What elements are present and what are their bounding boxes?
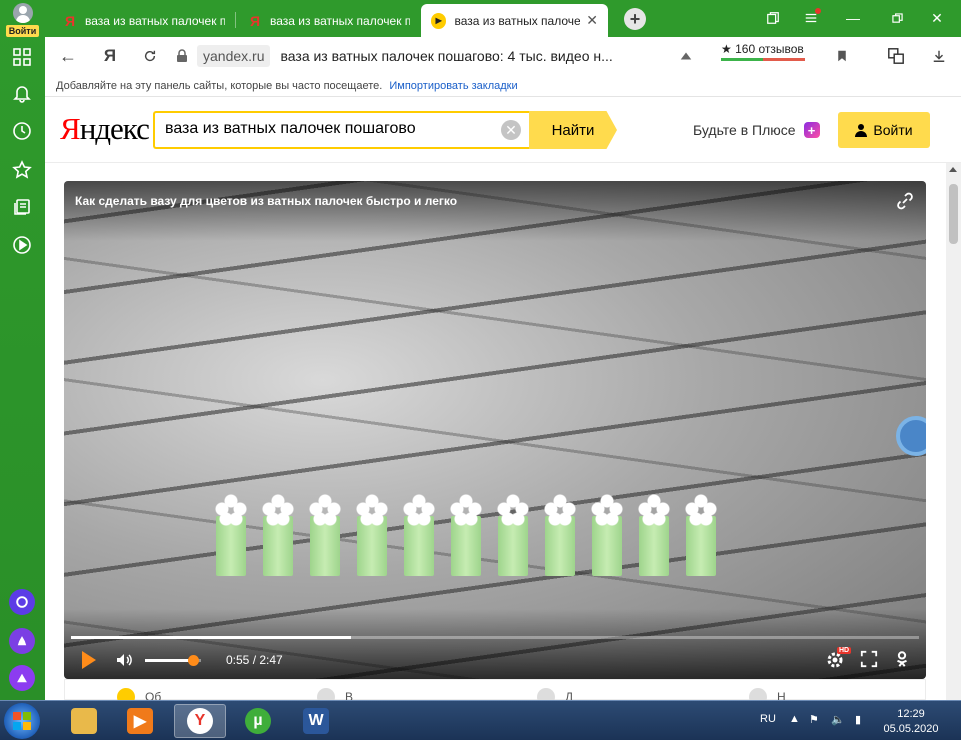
translate-icon[interactable] <box>886 46 906 66</box>
clock-date: 05.05.2020 <box>883 723 939 735</box>
taskbar-clock[interactable]: 12:29 05.05.2020 <box>876 707 946 737</box>
video-player[interactable]: Как сделать вазу для цветов из ватных па… <box>64 181 926 679</box>
link-icon[interactable] <box>896 192 914 210</box>
tab-2[interactable]: Я ваза из ватных палочек п <box>240 4 420 37</box>
yandex-browser-icon: Y <box>187 708 213 734</box>
fullscreen-icon[interactable] <box>860 650 880 670</box>
bookmark-icon[interactable] <box>832 46 852 66</box>
video-actions-row: Об В Д Н <box>64 679 926 706</box>
close-tab-icon[interactable]: ✕ <box>586 12 598 29</box>
collections-icon[interactable] <box>12 197 32 217</box>
reload-icon[interactable] <box>138 44 162 68</box>
clock-time: 12:29 <box>897 708 925 720</box>
taskbar-explorer[interactable] <box>58 704 110 738</box>
turbo-icon[interactable] <box>676 46 696 66</box>
url-domain: yandex.ru <box>197 45 271 67</box>
volume-slider-knob[interactable] <box>187 655 199 666</box>
user-avatar-icon <box>12 3 33 23</box>
tab-active[interactable]: ▶ ваза из ватных палочек ✕ <box>421 4 608 37</box>
taskbar-yandex-browser[interactable]: Y <box>174 704 226 738</box>
bookmarks-bar: Добавляйте на эту панель сайты, которые … <box>45 75 961 97</box>
yandex-favicon-icon: Я <box>65 12 76 29</box>
yandex-favicon-icon: Я <box>250 12 261 29</box>
grid-apps-icon[interactable] <box>12 47 32 67</box>
page-scrollbar[interactable] <box>946 163 961 700</box>
taskbar-media[interactable]: ▶ <box>114 704 166 738</box>
media-player-icon: ▶ <box>127 708 153 734</box>
yandex-logo[interactable]: Яндекс <box>60 111 150 147</box>
tab-title: ваза из ватных палочек п <box>85 13 225 28</box>
alice-icon[interactable] <box>9 589 35 615</box>
folder-icon <box>71 708 97 734</box>
bell-icon[interactable] <box>12 83 32 103</box>
lock-icon <box>177 49 187 62</box>
minimize-icon[interactable]: — <box>841 6 865 30</box>
play-icon[interactable] <box>82 651 96 669</box>
odnoklassniki-icon[interactable] <box>893 650 913 670</box>
speaker-icon[interactable]: 🔈 <box>831 713 845 726</box>
search-input[interactable]: ваза из ватных палочек пошагово ✕ <box>153 111 529 149</box>
tab-manager-icon[interactable] <box>761 6 785 30</box>
plus-link-label: Будьте в Плюсе <box>693 122 796 138</box>
video-time: 0:55 / 2:47 <box>226 653 283 667</box>
close-window-icon[interactable]: ✕ <box>925 6 949 30</box>
new-tab-button[interactable]: + <box>624 8 646 30</box>
yandex-home-icon[interactable]: Я <box>98 44 122 68</box>
yandex-plus-icon[interactable] <box>9 665 35 691</box>
taskbar-utorrent[interactable]: µ <box>232 704 284 738</box>
plus-badge-icon: + <box>803 122 820 138</box>
scroll-up-icon[interactable] <box>949 167 957 172</box>
download-icon[interactable] <box>929 46 949 66</box>
tab-1[interactable]: Я ваза из ватных палочек п <box>55 4 235 37</box>
messenger-icon[interactable] <box>9 628 35 654</box>
login-label: Войти <box>873 122 913 138</box>
start-button[interactable] <box>4 703 40 739</box>
rating-bar <box>721 58 805 61</box>
tab-strip: Я ваза из ватных палочек п Я ваза из ват… <box>45 0 961 37</box>
video-title[interactable]: Как сделать вазу для цветов из ватных па… <box>75 194 457 208</box>
browser-sidebar: Войти <box>0 0 45 700</box>
video-favicon-icon: ▶ <box>431 12 447 29</box>
play-video-icon[interactable] <box>12 235 32 255</box>
windows-taskbar: ▶ Y µ W RU ▲ ⚑ 🔈 ▮ 12:29 05.05.2020 <box>0 700 961 740</box>
address-bar: ← Я yandex.ru ваза из ватных палочек пош… <box>45 37 961 75</box>
search-query: ваза из ватных палочек пошагово <box>165 120 416 137</box>
plus-link[interactable]: Будьте в Плюсе + <box>693 122 820 138</box>
utorrent-icon: µ <box>245 708 271 734</box>
rating-label: ★ 160 отзывов <box>721 42 804 56</box>
scrollbar-thumb[interactable] <box>949 184 958 244</box>
word-document-icon: W <box>303 708 329 734</box>
bookmarks-hint: Добавляйте на эту панель сайты, которые … <box>56 80 383 92</box>
back-icon[interactable]: ← <box>56 44 80 68</box>
clear-search-icon[interactable]: ✕ <box>501 120 521 140</box>
tab-title: ваза из ватных палочек <box>454 13 581 28</box>
star-bookmarks-icon[interactable] <box>12 160 32 180</box>
sidebar-user-login[interactable]: Войти <box>5 3 40 38</box>
windows-logo-icon <box>13 712 31 730</box>
tray-expand-icon[interactable]: ▲ <box>789 713 800 725</box>
video-frame-content <box>212 491 720 576</box>
tab-title: ваза из ватных палочек п <box>270 13 410 28</box>
yandex-header: Яндекс ваза из ватных палочек пошагово ✕… <box>45 97 961 163</box>
volume-icon[interactable] <box>114 650 134 670</box>
search-button[interactable]: Найти <box>529 111 617 149</box>
language-indicator[interactable]: RU <box>760 713 776 725</box>
flag-icon[interactable]: ⚑ <box>809 713 819 726</box>
video-progress-bar[interactable] <box>71 636 919 639</box>
import-bookmarks-link[interactable]: Импортировать закладки <box>389 80 517 92</box>
page-title: ваза из ватных палочек пошагово: 4 тыс. … <box>280 48 613 64</box>
restore-icon[interactable] <box>885 6 909 30</box>
taskbar-word[interactable]: W <box>290 704 342 738</box>
login-button[interactable]: Войти <box>838 112 930 148</box>
hd-badge: HD <box>837 647 852 654</box>
history-clock-icon[interactable] <box>12 121 32 141</box>
url-field[interactable]: yandex.ru ваза из ватных палочек пошагов… <box>175 43 613 69</box>
user-icon <box>855 123 868 137</box>
menu-icon[interactable] <box>799 6 823 30</box>
site-rating[interactable]: ★ 160 отзывов <box>721 42 805 61</box>
network-icon[interactable]: ▮ <box>855 713 861 726</box>
sidebar-login-label: Войти <box>5 25 40 37</box>
